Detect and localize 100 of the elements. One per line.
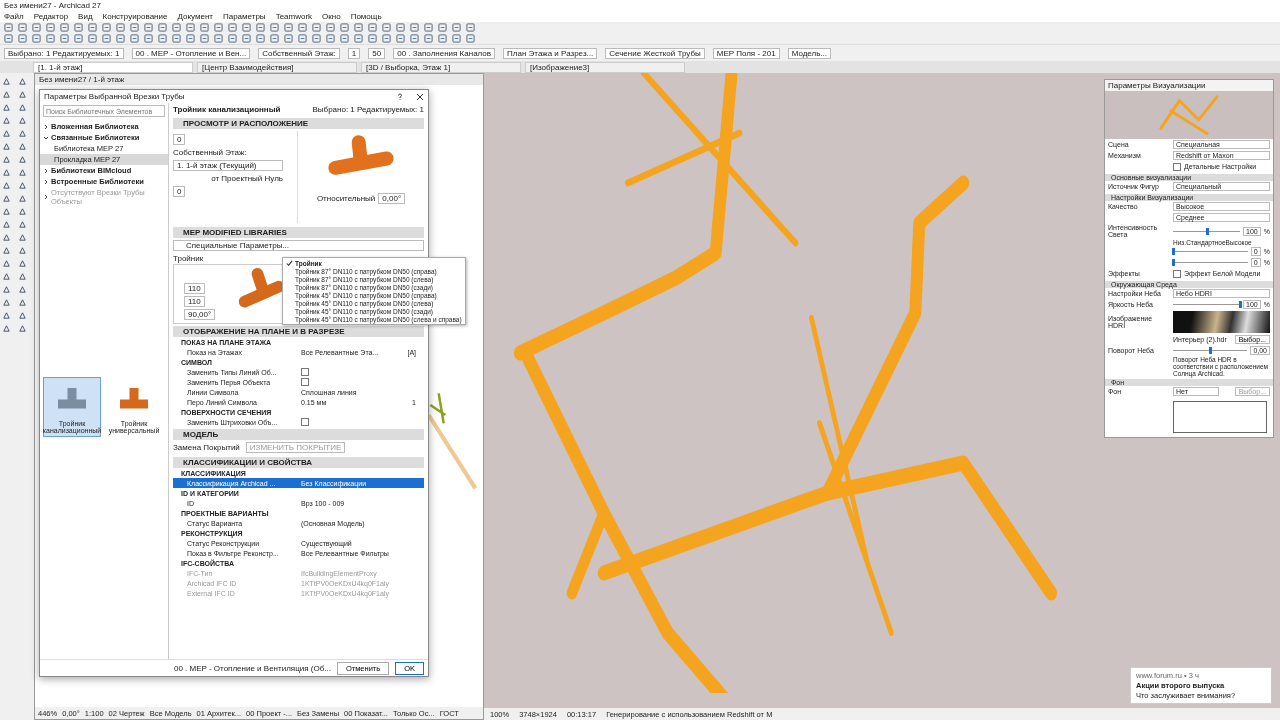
toolbar-icon[interactable] xyxy=(382,34,391,43)
toolbar-icon[interactable] xyxy=(452,34,461,43)
toolbar-icon[interactable] xyxy=(60,34,69,43)
section-header[interactable]: ОТОБРАЖЕНИЕ НА ПЛАНЕ И В РАЗРЕЗЕ xyxy=(173,326,424,337)
toolbar-icon[interactable] xyxy=(130,23,139,32)
toolbar-icon[interactable] xyxy=(438,23,447,32)
toolbar-icon[interactable] xyxy=(214,23,223,32)
toolbar-icon[interactable] xyxy=(158,34,167,43)
info-box-field[interactable]: 00 . Заполнения Каналов xyxy=(393,47,496,59)
info-box-field[interactable]: Сечение Жесткой Трубы xyxy=(605,47,705,59)
toolbar-icon[interactable] xyxy=(172,23,181,32)
toolbar-icon[interactable] xyxy=(354,34,363,43)
reference-dropdown[interactable]: от Проектный Нуль xyxy=(211,174,283,183)
menu-item[interactable]: Документ xyxy=(177,12,213,21)
toolbar-icon[interactable] xyxy=(466,34,475,43)
toolbar-icon[interactable] xyxy=(326,23,335,32)
toolbar-icon[interactable] xyxy=(46,23,55,32)
checkbox[interactable] xyxy=(1173,269,1181,278)
toolbar-icon[interactable] xyxy=(186,23,195,32)
toolbar-icon[interactable] xyxy=(340,23,349,32)
toolbar-icon[interactable] xyxy=(32,34,41,43)
menu-item[interactable]: Файл xyxy=(4,12,24,21)
angle-field[interactable]: 0,00° xyxy=(378,193,406,204)
toolbar-icon[interactable] xyxy=(340,34,349,43)
toolbar-icon[interactable] xyxy=(410,23,419,32)
toolbar-icon[interactable] xyxy=(256,34,265,43)
slider-thumb[interactable] xyxy=(1172,248,1175,255)
section-header[interactable]: ПРОСМОТР И РАСПОЛОЖЕНИЕ xyxy=(173,118,424,129)
toolbar-icon[interactable] xyxy=(298,34,307,43)
toolbar-icon[interactable] xyxy=(88,34,97,43)
toolbar-icon[interactable] xyxy=(410,34,419,43)
menu-item[interactable]: Помощь xyxy=(350,12,382,21)
toolbar-icon[interactable] xyxy=(424,34,433,43)
toolbar-icon[interactable] xyxy=(60,23,69,32)
toolbar-icon[interactable] xyxy=(144,34,153,43)
toolbar-icon[interactable] xyxy=(396,34,405,43)
height-field[interactable]: 0 xyxy=(173,134,186,145)
menu-item[interactable]: Редактор xyxy=(33,12,69,21)
toolbar-icon[interactable] xyxy=(452,23,461,32)
view-mode-dropdown[interactable]: Относительный xyxy=(316,194,376,203)
toolbar-icon[interactable] xyxy=(4,23,13,32)
floor-plan-canvas[interactable] xyxy=(35,85,483,707)
parameter-page-dropdown[interactable]: Специальные Параметры... xyxy=(173,240,424,251)
toolbar-icon[interactable] xyxy=(46,34,55,43)
toolbar-icon[interactable] xyxy=(200,34,209,43)
checkbox[interactable] xyxy=(301,368,309,376)
toolbar-icon[interactable] xyxy=(466,23,475,32)
toolbar-icon[interactable] xyxy=(130,34,139,43)
toolbar-icon[interactable] xyxy=(228,34,237,43)
toolbar-icon[interactable] xyxy=(354,23,363,32)
toolbar-icon[interactable] xyxy=(424,23,433,32)
view-tab[interactable]: [1. 1-й этаж] xyxy=(33,61,193,73)
toolbar-icon[interactable] xyxy=(144,23,153,32)
toolbar-icon[interactable] xyxy=(228,23,237,32)
info-box-field[interactable]: План Этажа и Разрез... xyxy=(503,47,598,59)
toolbar-icon[interactable] xyxy=(102,23,111,32)
checkbox[interactable] xyxy=(301,418,309,426)
toolbar-icon[interactable] xyxy=(158,23,167,32)
story-dropdown[interactable]: 1. 1-й этаж (Текущий) xyxy=(173,160,283,171)
toolbar-icon[interactable] xyxy=(116,23,125,32)
diameter-field[interactable]: 110 xyxy=(184,296,205,307)
toolbar-icon[interactable] xyxy=(284,23,293,32)
section-header[interactable]: КЛАССИФИКАЦИИ И СВОЙСТВА xyxy=(173,457,424,468)
section-header[interactable]: МОДЕЛЬ xyxy=(173,429,424,440)
info-box-field[interactable]: 50 xyxy=(368,47,386,59)
toolbar-icon[interactable] xyxy=(242,34,251,43)
toolbar-icon[interactable] xyxy=(74,34,83,43)
checkbox[interactable] xyxy=(301,378,309,386)
info-box-field[interactable]: Модель... xyxy=(787,47,831,59)
menu-item[interactable]: Окно xyxy=(322,12,341,21)
toolbar-icon[interactable] xyxy=(326,34,335,43)
toolbar-icon[interactable] xyxy=(382,23,391,32)
slider-thumb[interactable] xyxy=(1239,301,1243,308)
toolbar-icon[interactable] xyxy=(368,23,377,32)
toolbar-icon[interactable] xyxy=(242,23,251,32)
close-icon[interactable] xyxy=(416,92,424,101)
toolbar-icon[interactable] xyxy=(186,34,195,43)
menu-item[interactable]: Конструирование xyxy=(102,12,168,21)
toolbar-icon[interactable] xyxy=(200,23,209,32)
toolbar-icon[interactable] xyxy=(74,23,83,32)
toolbar-icon[interactable] xyxy=(214,34,223,43)
offset-field[interactable]: 0 xyxy=(173,186,186,197)
menu-item[interactable]: Teamwork xyxy=(275,12,313,21)
toolbar-icon[interactable] xyxy=(396,23,405,32)
toolbar-icon[interactable] xyxy=(312,23,321,32)
render-view[interactable] xyxy=(484,73,1280,720)
view-tab[interactable]: [Изображение3] xyxy=(525,61,685,73)
toolbar-icon[interactable] xyxy=(368,34,377,43)
branch-angle-field[interactable]: 90,00° xyxy=(184,309,216,320)
slider-thumb[interactable] xyxy=(1172,259,1175,266)
toolbar-icon[interactable] xyxy=(4,34,13,43)
slider-thumb[interactable] xyxy=(1209,347,1213,354)
view-tab[interactable]: [Центр Взаимодействия] xyxy=(197,61,357,73)
toolbar-icon[interactable] xyxy=(438,34,447,43)
toolbar-icon[interactable] xyxy=(18,23,27,32)
layer-dropdown[interactable]: 00 . MEP - Отопление и Вентиляция (Об... xyxy=(46,663,331,673)
slider-thumb[interactable] xyxy=(1205,227,1209,235)
toolbar-icon[interactable] xyxy=(270,34,279,43)
info-box-field[interactable]: Собственный Этаж: xyxy=(258,47,340,59)
menu-item[interactable]: Параметры xyxy=(222,12,266,21)
